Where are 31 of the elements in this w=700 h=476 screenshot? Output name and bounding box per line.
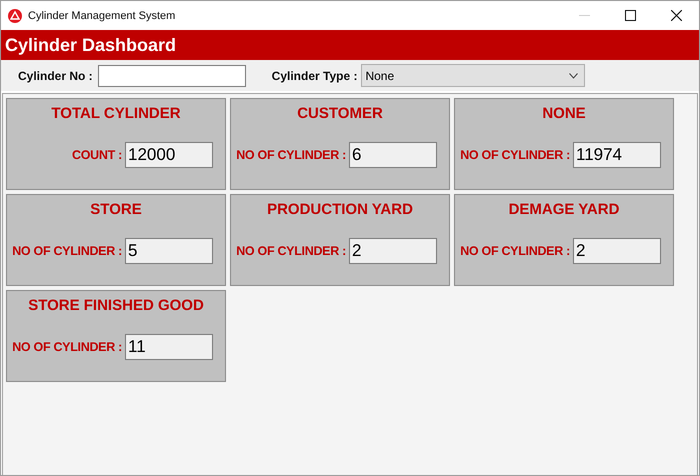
count-label: NO OF CYLINDER : xyxy=(235,244,347,258)
close-icon xyxy=(670,10,682,21)
cylinder-type-dropdown[interactable]: None xyxy=(361,64,586,87)
dashboard-header: Cylinder Dashboard xyxy=(1,30,699,60)
field-label: Cylinder No : xyxy=(18,68,93,82)
count-label: NO OF CYLINDER : xyxy=(235,148,347,162)
count-label: NO OF CYLINDER : xyxy=(459,244,571,258)
count-label: NO OF CYLINDER : xyxy=(459,148,571,162)
app-icon xyxy=(8,8,22,22)
card-title: NONE xyxy=(541,105,587,122)
card-title: CUSTOMER xyxy=(296,105,384,122)
count-field[interactable]: 11974 xyxy=(573,142,661,168)
count-label: NO OF CYLINDER : xyxy=(11,244,123,258)
cylinder-no-field[interactable] xyxy=(98,64,246,86)
card-title: TOTAL CYLINDER xyxy=(50,105,182,122)
card-title: STORE xyxy=(89,201,143,218)
count-field[interactable]: 2 xyxy=(573,238,661,264)
window-title: Cylinder Management System xyxy=(28,10,176,22)
count-label: COUNT : xyxy=(71,148,123,162)
caret-icon xyxy=(569,72,578,78)
count-field[interactable]: 12000 xyxy=(125,142,213,168)
count-field[interactable]: 2 xyxy=(349,238,437,264)
count-field[interactable]: 6 xyxy=(349,142,437,168)
maximize-icon xyxy=(624,10,636,21)
count-field[interactable]: 5 xyxy=(125,238,213,264)
field-label: Cylinder Type : xyxy=(272,68,358,82)
card-title: DEMAGE YARD xyxy=(508,201,620,218)
card-title: PRODUCTION YARD xyxy=(266,201,414,218)
count-field[interactable]: 11 xyxy=(125,334,213,360)
count-label: NO OF CYLINDER : xyxy=(11,340,123,354)
card-title: STORE FINISHED GOOD xyxy=(27,297,205,314)
